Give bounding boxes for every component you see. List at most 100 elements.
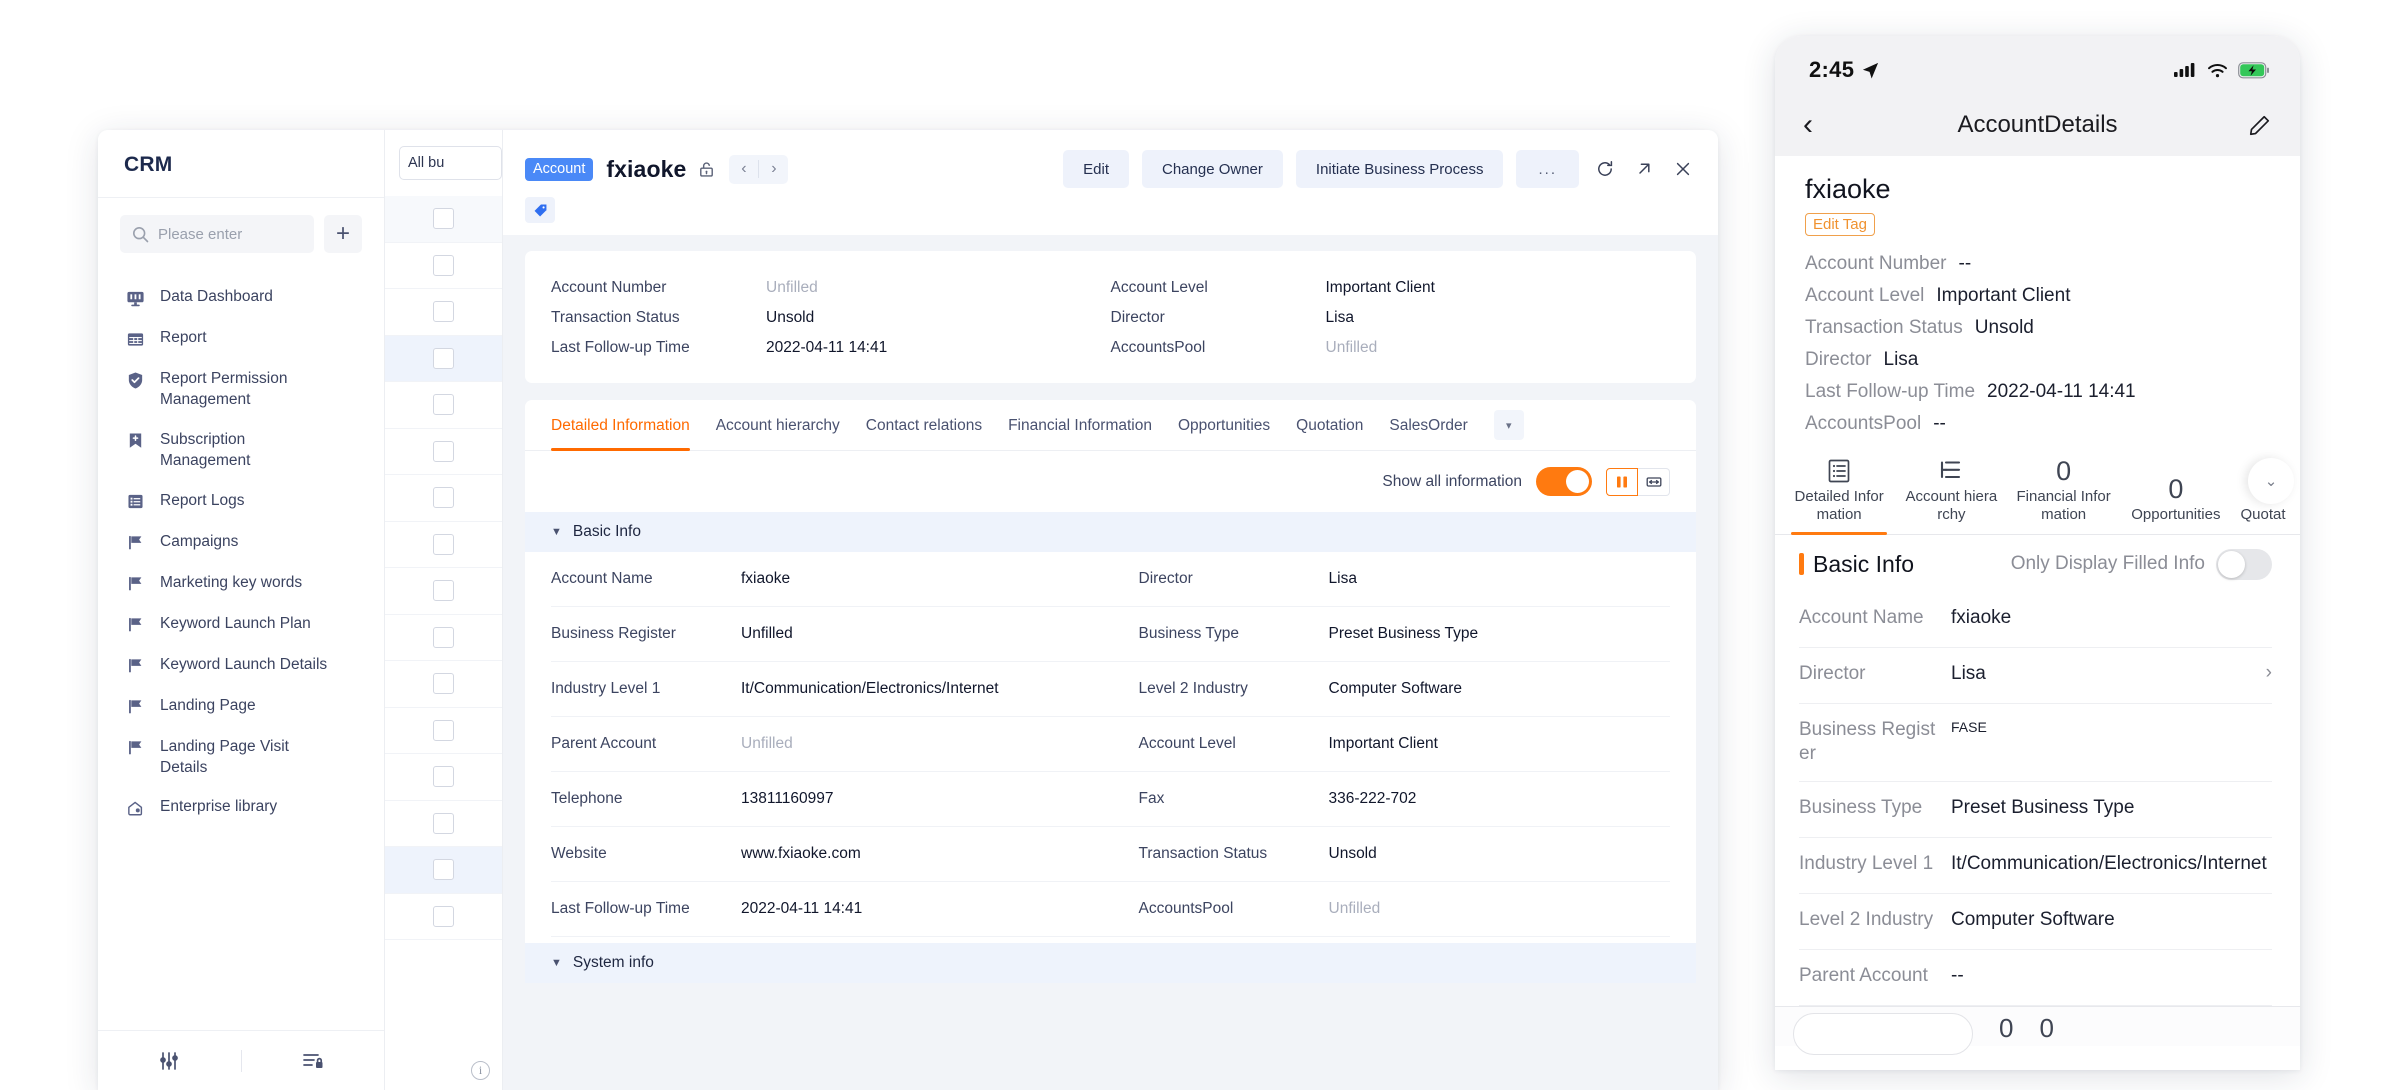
mobile-field-row[interactable]: Director Lisa › — [1799, 648, 2272, 704]
more-actions-button[interactable]: ... — [1516, 150, 1579, 188]
sidebar-item-label: Report — [160, 329, 207, 346]
next-record-button[interactable]: › — [759, 155, 788, 184]
list-item[interactable] — [385, 243, 502, 289]
prev-record-button[interactable]: ‹ — [729, 155, 758, 184]
list-item[interactable] — [385, 568, 502, 615]
row-checkbox[interactable] — [433, 208, 454, 230]
mobile-tab-opportunities[interactable]: 0 Opportunities — [2120, 472, 2232, 533]
row-checkbox[interactable] — [433, 347, 454, 369]
list-item[interactable] — [385, 475, 502, 522]
sidebar-item-report-logs[interactable]: Report Logs — [98, 481, 384, 522]
section-header-system-info[interactable]: ▼ System info — [525, 943, 1696, 983]
sidebar-item-landing-page[interactable]: Landing Page — [98, 686, 384, 727]
mobile-field-row[interactable]: Account Name fxiaoke — [1799, 592, 2272, 648]
row-checkbox[interactable] — [433, 254, 454, 276]
row-checkbox[interactable] — [433, 626, 454, 648]
change-owner-button[interactable]: Change Owner — [1142, 150, 1283, 188]
chevron-down-icon[interactable]: ▾ — [1493, 410, 1524, 440]
list-item[interactable] — [385, 615, 502, 661]
sidebar-item-enterprise-library[interactable]: Enterprise library — [98, 787, 384, 828]
blue-tag-icon[interactable] — [525, 197, 555, 223]
mobile-field-row[interactable]: Level 2 Industry Computer Software — [1799, 894, 2272, 950]
row-checkbox[interactable] — [433, 859, 454, 881]
list-filter-dropdown[interactable]: All bu — [399, 146, 502, 180]
row-checkbox[interactable] — [433, 301, 454, 323]
list-item[interactable] — [385, 754, 502, 801]
app-title: CRM — [98, 130, 384, 198]
list-item[interactable] — [385, 847, 502, 894]
mobile-tab-account-hierarchy[interactable]: Account hierarchy — [1895, 454, 2007, 534]
section-header-basic-info[interactable]: ▼ Basic Info — [525, 512, 1696, 552]
chevron-left-icon[interactable]: ‹ — [1803, 110, 1813, 140]
pencil-icon[interactable] — [2247, 113, 2272, 138]
row-checkbox[interactable] — [433, 905, 454, 927]
expand-width-icon[interactable] — [1638, 467, 1670, 496]
mobile-tab-detailed-information[interactable]: Detailed Information — [1783, 454, 1895, 535]
list-lock-icon[interactable] — [242, 1049, 385, 1073]
list-item[interactable] — [385, 289, 502, 336]
mobile-tab-financial-information[interactable]: 0 Financial Information — [2008, 454, 2120, 534]
row-checkbox[interactable] — [433, 394, 454, 416]
edit-button[interactable]: Edit — [1063, 150, 1129, 188]
unlock-icon[interactable] — [697, 160, 716, 179]
two-column-icon[interactable] — [1606, 467, 1638, 496]
list-item[interactable] — [385, 522, 502, 568]
tab-opportunities[interactable]: Opportunities — [1178, 400, 1270, 450]
only-display-filled-toggle[interactable] — [2216, 548, 2272, 580]
list-item[interactable] — [385, 894, 502, 940]
refresh-icon[interactable] — [1592, 159, 1618, 179]
tab-financial-information[interactable]: Financial Information — [1008, 400, 1152, 450]
row-checkbox[interactable] — [433, 719, 454, 741]
tab-contact-relations[interactable]: Contact relations — [866, 400, 982, 450]
row-checkbox[interactable] — [433, 440, 454, 462]
list-item[interactable] — [385, 801, 502, 847]
show-all-information-toggle[interactable] — [1536, 467, 1592, 496]
add-button[interactable]: + — [324, 215, 362, 253]
sidebar-item-campaigns[interactable]: Campaigns — [98, 522, 384, 563]
sidebar-item-landing-page-visit-details[interactable]: Landing Page Visit Details — [98, 727, 384, 788]
summary-field: AccountsPool Unfilled — [1111, 339, 1671, 357]
list-item[interactable] — [385, 382, 502, 429]
list-item[interactable] — [385, 429, 502, 475]
sidebar-item-data-dashboard[interactable]: Data Dashboard — [98, 277, 384, 318]
row-checkbox[interactable] — [433, 812, 454, 834]
info-icon[interactable]: i — [471, 1060, 490, 1080]
sidebar-item-report-permission-management[interactable]: Report Permission Management — [98, 359, 384, 420]
field-row: Account Name fxiaoke Director Lisa — [525, 552, 1696, 607]
sidebar-item-report[interactable]: Report — [98, 318, 384, 359]
tab-quotation[interactable]: Quotation — [1296, 400, 1363, 450]
mobile-field-row[interactable]: Industry Level 1 It/Communication/Electr… — [1799, 838, 2272, 894]
mobile-field-row[interactable]: Parent Account -- — [1799, 950, 2272, 1006]
row-checkbox[interactable] — [433, 533, 454, 555]
tab-salesorder[interactable]: SalesOrder — [1389, 400, 1467, 450]
tab-account-hierarchy[interactable]: Account hierarchy — [716, 400, 840, 450]
list-item[interactable] — [385, 335, 502, 382]
list-item[interactable] — [385, 196, 502, 243]
sidebar-item-keyword-launch-details[interactable]: Keyword Launch Details — [98, 645, 384, 686]
row-checkbox[interactable] — [433, 766, 454, 788]
close-icon[interactable] — [1670, 159, 1696, 179]
sidebar-item-subscription-management[interactable]: Subscription Management — [98, 420, 384, 481]
row-checkbox[interactable] — [433, 673, 454, 695]
popout-icon[interactable] — [1631, 159, 1657, 179]
search-input[interactable]: Please enter — [120, 215, 314, 253]
sidebar-item-keyword-launch-plan[interactable]: Keyword Launch Plan — [98, 604, 384, 645]
bottom-pill-button[interactable] — [1793, 1012, 1973, 1055]
detail-scroll-area[interactable]: Account Number Unfilled Account Level Im… — [503, 235, 1718, 1090]
chevron-down-icon[interactable]: ⌄ — [2248, 458, 2294, 504]
list-item[interactable] — [385, 661, 502, 708]
row-checkbox[interactable] — [433, 580, 454, 602]
mobile-field-row[interactable]: Business Type Preset Business Type — [1799, 782, 2272, 838]
edit-tag-button[interactable]: Edit Tag — [1805, 213, 1875, 236]
mobile-field-row[interactable]: Business Register FASE — [1799, 704, 2272, 782]
field-value: Lisa — [1951, 662, 1986, 684]
sliders-icon[interactable] — [98, 1049, 241, 1073]
sidebar-item-marketing-key-words[interactable]: Marketing key words — [98, 563, 384, 604]
field-value: 2022-04-11 14:41 — [741, 900, 863, 917]
chevron-right-icon[interactable]: › — [2266, 662, 2272, 684]
field-label: Account Level — [1110, 279, 1208, 296]
row-checkbox[interactable] — [433, 487, 454, 509]
tab-detailed-information[interactable]: Detailed Information — [551, 400, 690, 451]
initiate-business-process-button[interactable]: Initiate Business Process — [1295, 150, 1504, 188]
list-item[interactable] — [385, 708, 502, 754]
